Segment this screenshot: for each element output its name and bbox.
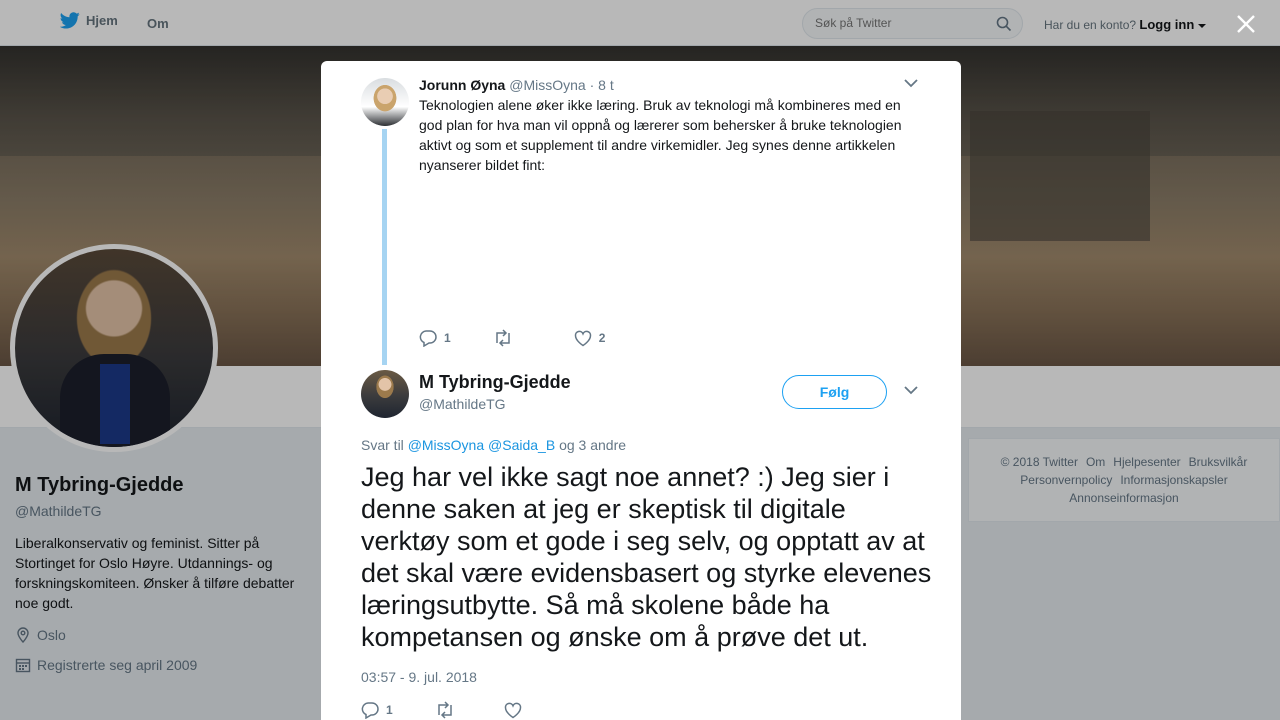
retweet-button[interactable] (435, 701, 462, 719)
main-tweet-avatar[interactable] (361, 370, 409, 418)
parent-tweet-header: Jorunn Øyna @MissOyna · 8 t (419, 77, 614, 93)
reply-others[interactable]: og 3 andre (559, 437, 626, 453)
close-icon[interactable] (1236, 14, 1256, 34)
retweet-button[interactable] (493, 329, 520, 347)
retweet-icon (495, 329, 510, 347)
reply-icon (419, 330, 437, 347)
main-tweet-handle[interactable]: @MathildeTG (419, 396, 506, 412)
tweet-modal: Jorunn Øyna @MissOyna · 8 t Teknologien … (321, 61, 961, 720)
main-tweet-date: 03:57 - 9. jul. 2018 (361, 669, 477, 685)
chevron-down-icon[interactable] (904, 386, 918, 395)
parent-tweet-handle[interactable]: @MissOyna (509, 77, 585, 93)
parent-tweet-avatar[interactable] (361, 78, 409, 126)
reply-mention-link[interactable]: @Saida_B (488, 437, 555, 453)
reply-count: 1 (444, 331, 451, 345)
follow-button[interactable]: Følg (782, 375, 887, 409)
parent-tweet-actions: 1 2 (419, 329, 647, 347)
heart-icon (504, 702, 521, 718)
thread-connector (382, 129, 387, 365)
parent-tweet-name[interactable]: Jorunn Øyna (419, 77, 505, 93)
reply-context: Svar til @MissOyna @Saida_B og 3 andre (361, 437, 626, 453)
heart-icon (574, 330, 591, 346)
like-count: 2 (598, 331, 606, 345)
main-tweet-actions: 1 (361, 701, 571, 719)
like-button[interactable]: 2 (574, 330, 606, 347)
main-tweet-name[interactable]: M Tybring-Gjedde (419, 372, 571, 393)
reply-count: 1 (386, 703, 393, 717)
parent-tweet-text: Teknologien alene øker ikke læring. Bruk… (419, 97, 902, 173)
like-button[interactable] (504, 702, 529, 719)
reply-prefix: Svar til (361, 437, 404, 453)
main-tweet-text: Jeg har vel ikke sagt noe annet? :) Jeg … (361, 462, 932, 652)
reply-button[interactable]: 1 (361, 701, 393, 719)
parent-tweet-time[interactable]: · 8 t (590, 77, 614, 93)
reply-mention-link[interactable]: @MissOyna (408, 437, 484, 453)
reply-button[interactable]: 1 (419, 329, 451, 347)
retweet-icon (437, 701, 452, 719)
reply-icon (361, 702, 379, 719)
chevron-down-icon[interactable] (904, 79, 918, 88)
